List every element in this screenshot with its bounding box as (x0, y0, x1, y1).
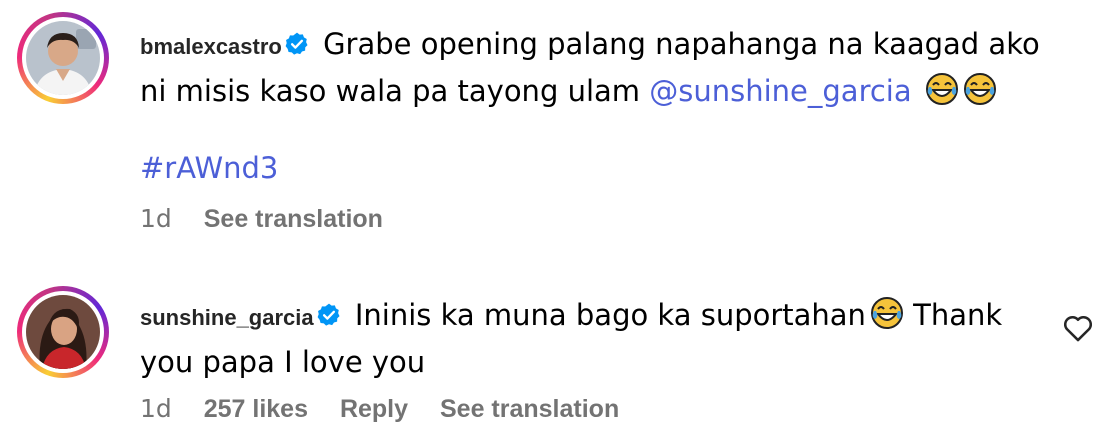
avatar-bmalexcastro (26, 21, 100, 95)
verified-badge-icon (285, 32, 308, 55)
tears-of-joy-emoji (870, 297, 903, 329)
comment-text: Ininis ka muna bago ka suportahan (354, 298, 866, 332)
mention-link[interactable]: @sunshine_garcia (649, 74, 911, 108)
comment-meta: 1d See translation (140, 204, 383, 234)
comment-username[interactable]: sunshine_garcia (140, 305, 314, 330)
hashtag-link[interactable]: #rAWnd3 (140, 151, 278, 185)
avatar-story-ring[interactable] (17, 286, 109, 378)
see-translation-button[interactable]: See translation (440, 395, 619, 423)
comment-body: sunshine_garcia Ininis ka muna bago ka s… (140, 293, 1020, 384)
see-translation-button[interactable]: See translation (204, 205, 383, 233)
tears-of-joy-emoji (963, 73, 996, 105)
tears-of-joy-emoji (925, 73, 958, 105)
likes-count[interactable]: 257 likes (204, 395, 308, 423)
comment-username[interactable]: bmalexcastro (140, 34, 282, 59)
heart-outline-icon[interactable] (1061, 311, 1095, 345)
comment-time[interactable]: 1d (140, 204, 172, 233)
avatar-sunshine-garcia (26, 295, 100, 369)
comment-meta: 1d 257 likes Reply See translation (140, 394, 619, 424)
reply-button[interactable]: Reply (340, 395, 408, 423)
comment-time[interactable]: 1d (140, 394, 172, 423)
verified-badge-icon (317, 303, 340, 326)
avatar-story-ring[interactable] (17, 12, 109, 104)
comment-body: bmalexcastro Grabe opening palang napaha… (140, 22, 1070, 113)
